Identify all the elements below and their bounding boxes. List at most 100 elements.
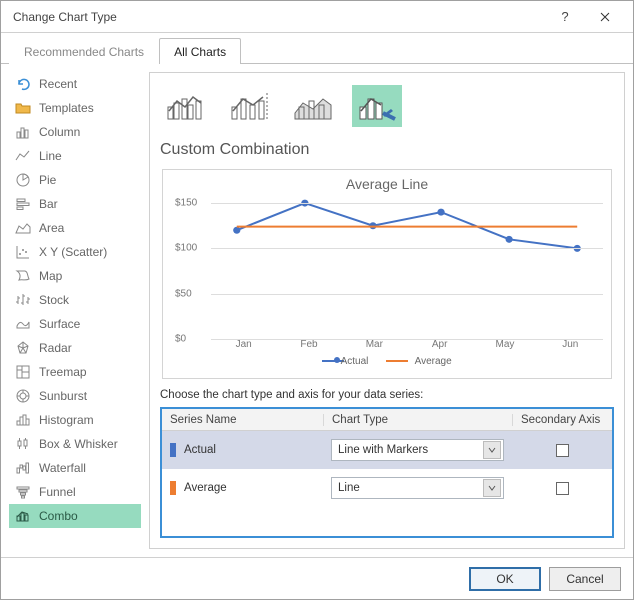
- secondary-axis-checkbox-average[interactable]: [556, 482, 569, 495]
- sidebar-item-boxwhisker[interactable]: Box & Whisker: [9, 432, 141, 456]
- sidebar-item-label: Bar: [39, 197, 58, 211]
- sidebar-item-surface[interactable]: Surface: [9, 312, 141, 336]
- series-table-header: Series Name Chart Type Secondary Axis: [162, 409, 612, 431]
- map-chart-icon: [15, 268, 31, 284]
- tab-strip: Recommended Charts All Charts: [1, 37, 633, 64]
- series-name: Average: [184, 482, 227, 494]
- series-swatch: [170, 481, 176, 495]
- dialog-body: Recent Templates Column Line Pie Bar: [1, 64, 633, 557]
- sidebar-item-label: Column: [39, 125, 80, 139]
- chart-type-select-actual[interactable]: Line with Markers: [331, 439, 504, 461]
- series-name: Actual: [184, 444, 216, 456]
- subtype-custom-combination[interactable]: [352, 85, 402, 127]
- sidebar-item-label: Histogram: [39, 413, 94, 427]
- waterfall-chart-icon: [15, 460, 31, 476]
- chart-type-select-average[interactable]: Line: [331, 477, 504, 499]
- sidebar-item-radar[interactable]: Radar: [9, 336, 141, 360]
- section-title: Custom Combination: [160, 141, 614, 159]
- sidebar-item-line[interactable]: Line: [9, 144, 141, 168]
- sidebar-item-label: Treemap: [39, 365, 87, 379]
- legend-item-average: Average: [386, 356, 451, 367]
- stock-chart-icon: [15, 292, 31, 308]
- sidebar-item-label: Stock: [39, 293, 69, 307]
- sidebar-item-waterfall[interactable]: Waterfall: [9, 456, 141, 480]
- choose-series-label: Choose the chart type and axis for your …: [160, 389, 614, 401]
- sidebar-item-recent[interactable]: Recent: [9, 72, 141, 96]
- combo-chart-icon: [15, 508, 31, 524]
- sidebar-item-pie[interactable]: Pie: [9, 168, 141, 192]
- sidebar-item-label: Recent: [39, 77, 77, 91]
- undo-icon: [15, 76, 31, 92]
- sidebar-item-stock[interactable]: Stock: [9, 288, 141, 312]
- tab-recommended-charts[interactable]: Recommended Charts: [9, 38, 159, 64]
- scatter-chart-icon: [15, 244, 31, 260]
- chart-preview: Average Line $0$50$100$150 JanFebMarAprM…: [162, 169, 612, 379]
- chart-svg: [211, 194, 603, 339]
- chevron-down-icon: [483, 441, 501, 459]
- subtype-clustered-column-line[interactable]: [160, 85, 210, 127]
- sidebar-item-funnel[interactable]: Funnel: [9, 480, 141, 504]
- tab-all-charts[interactable]: All Charts: [159, 38, 241, 64]
- pie-chart-icon: [15, 172, 31, 188]
- sidebar-item-label: Area: [39, 221, 64, 235]
- line-chart-icon: [15, 148, 31, 164]
- chart-title: Average Line: [171, 176, 603, 192]
- close-button[interactable]: [585, 2, 625, 32]
- help-button[interactable]: ?: [545, 2, 585, 32]
- sidebar-item-label: Funnel: [39, 485, 76, 499]
- sidebar-item-templates[interactable]: Templates: [9, 96, 141, 120]
- sidebar-item-label: Surface: [39, 317, 80, 331]
- cancel-button[interactable]: Cancel: [549, 567, 621, 591]
- dialog-window: Change Chart Type ? Recommended Charts A…: [0, 0, 634, 600]
- sidebar-item-label: Waterfall: [39, 461, 86, 475]
- sidebar-item-label: Pie: [39, 173, 56, 187]
- sidebar-item-label: Line: [39, 149, 62, 163]
- column-chart-icon: [15, 124, 31, 140]
- subtype-row: [160, 81, 614, 133]
- series-swatch: [170, 443, 176, 457]
- boxwhisker-chart-icon: [15, 436, 31, 452]
- surface-chart-icon: [15, 316, 31, 332]
- area-chart-icon: [15, 220, 31, 236]
- window-title: Change Chart Type: [13, 10, 117, 24]
- series-row-actual[interactable]: Actual Line with Markers: [162, 431, 612, 469]
- sidebar-item-column[interactable]: Column: [9, 120, 141, 144]
- sidebar-item-area[interactable]: Area: [9, 216, 141, 240]
- sidebar-item-combo[interactable]: Combo: [9, 504, 141, 528]
- sidebar-item-label: Templates: [39, 101, 94, 115]
- sidebar-item-sunburst[interactable]: Sunburst: [9, 384, 141, 408]
- sidebar-item-label: Sunburst: [39, 389, 87, 403]
- titlebar: Change Chart Type ?: [1, 1, 633, 33]
- header-series-name: Series Name: [162, 414, 323, 426]
- sidebar-item-map[interactable]: Map: [9, 264, 141, 288]
- radar-chart-icon: [15, 340, 31, 356]
- subtype-stacked-area-column[interactable]: [288, 85, 338, 127]
- series-row-average[interactable]: Average Line: [162, 469, 612, 507]
- chart-type-sidebar: Recent Templates Column Line Pie Bar: [9, 72, 141, 549]
- sidebar-item-label: Radar: [39, 341, 72, 355]
- histogram-chart-icon: [15, 412, 31, 428]
- sidebar-item-scatter[interactable]: X Y (Scatter): [9, 240, 141, 264]
- sunburst-chart-icon: [15, 388, 31, 404]
- treemap-chart-icon: [15, 364, 31, 380]
- header-chart-type: Chart Type: [323, 414, 512, 426]
- folder-icon: [15, 100, 31, 116]
- sidebar-item-histogram[interactable]: Histogram: [9, 408, 141, 432]
- legend-item-actual: Actual: [322, 356, 368, 367]
- header-secondary-axis: Secondary Axis: [512, 414, 612, 426]
- sidebar-item-label: Combo: [39, 509, 78, 523]
- series-table: Series Name Chart Type Secondary Axis Ac…: [160, 407, 614, 538]
- secondary-axis-checkbox-actual[interactable]: [556, 444, 569, 457]
- funnel-chart-icon: [15, 484, 31, 500]
- sidebar-item-bar[interactable]: Bar: [9, 192, 141, 216]
- sidebar-item-label: Map: [39, 269, 62, 283]
- sidebar-item-label: X Y (Scatter): [39, 245, 107, 259]
- subtype-clustered-column-line-secondary[interactable]: [224, 85, 274, 127]
- sidebar-item-treemap[interactable]: Treemap: [9, 360, 141, 384]
- chart-plot-area: $0$50$100$150: [211, 194, 603, 339]
- ok-button[interactable]: OK: [469, 567, 541, 591]
- chevron-down-icon: [483, 479, 501, 497]
- sidebar-item-label: Box & Whisker: [39, 437, 118, 451]
- bar-chart-icon: [15, 196, 31, 212]
- window-controls: ?: [545, 2, 625, 32]
